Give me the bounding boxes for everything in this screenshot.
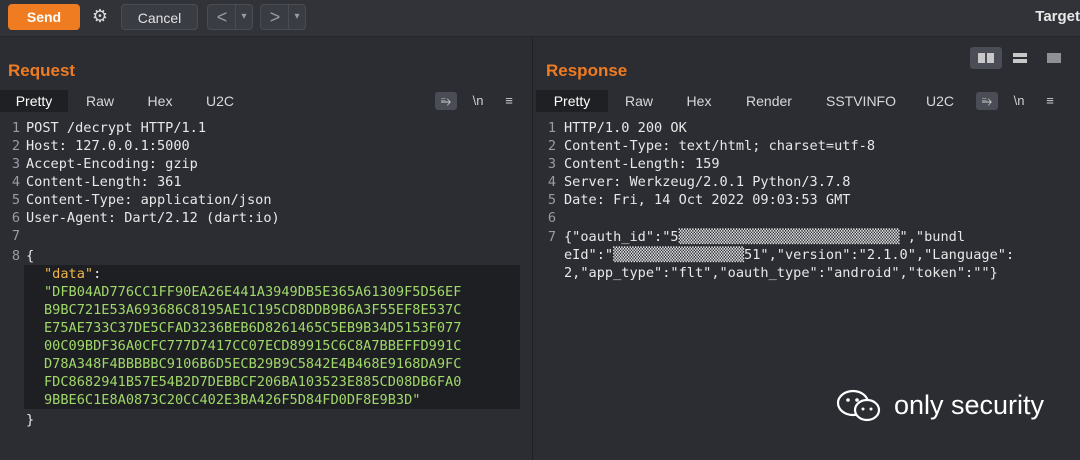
response-title: Response <box>546 61 628 80</box>
chevron-left-icon: < <box>216 7 228 27</box>
request-tab-u2c[interactable]: U2C <box>192 90 248 112</box>
forward-button[interactable]: > ▾ <box>260 4 306 30</box>
layout-toggle <box>970 47 1074 69</box>
request-editor[interactable]: 1 POST /decrypt HTTP/1.1 2 Host: 127.0.0.1… <box>0 115 532 460</box>
code-line: 8{ <box>11 248 35 264</box>
json-key-line: "data": <box>24 265 520 283</box>
json-value-line: 00C09BDF36A0CFC777D7417CC07ECD89915C6C8A… <box>24 337 520 355</box>
newline-icon[interactable]: \n <box>1008 92 1030 110</box>
top-toolbar: Send ⚙ Cancel < ▾ > ▾ Target <box>0 0 1080 37</box>
code-line: 6 User-Agent: Dart/2.12 (dart:io) <box>11 210 280 226</box>
response-tabbar: Pretty Raw Hex Render SSTVINFO U2C ⥱ \n … <box>534 90 1080 112</box>
json-value-line: 9BBE6C1E8A0873C20CC402E3BA426F5D84FD0DF8… <box>24 391 520 409</box>
back-button[interactable]: < ▾ <box>207 4 253 30</box>
single-pane-icon[interactable] <box>1038 47 1070 69</box>
wrap-icon[interactable]: ⥱ <box>435 92 457 110</box>
newline-icon[interactable]: \n <box>467 92 489 110</box>
send-button[interactable]: Send <box>8 4 80 30</box>
code-line: } <box>26 412 35 428</box>
code-line: 2,"app_type":"flt","oauth_type":"android… <box>564 265 998 281</box>
code-line: 5 Date: Fri, 14 Oct 2022 09:03:53 GMT <box>547 192 851 208</box>
target-label[interactable]: Target <box>1035 8 1080 25</box>
response-tab-u2c[interactable]: U2C <box>918 90 962 112</box>
json-key: "data" <box>44 266 94 282</box>
json-value-line: B9BC721E53A693686C8195AE1C195CD8DDB9B6A3… <box>24 301 520 319</box>
split-horizontal-icon[interactable] <box>970 47 1002 69</box>
json-value-line: "DFB04AD776CC1FF90EA26E441A3949DB5E365A6… <box>24 283 520 301</box>
request-tab-raw[interactable]: Raw <box>70 90 130 112</box>
response-tab-render[interactable]: Render <box>734 90 804 112</box>
code-line: 4 Server: Werkzeug/2.0.1 Python/3.7.8 <box>547 174 851 190</box>
watermark-text: only security <box>893 390 1044 420</box>
code-line: 7 <box>11 228 20 244</box>
json-value-line: E75AE733C37DE5CFAD3236BEB6D8261465C5EB9B… <box>24 319 520 337</box>
response-tab-raw[interactable]: Raw <box>614 90 664 112</box>
menu-icon[interactable]: ≡ <box>498 92 520 110</box>
request-tabbar: Pretty Raw Hex U2C ⥱ \n ≡ <box>0 90 532 112</box>
response-tab-pretty[interactable]: Pretty <box>536 90 608 112</box>
gear-icon[interactable]: ⚙ <box>88 4 112 30</box>
json-value-line: D78A348F4BBBBBC9106B6D5ECB29B9C5842E4B46… <box>24 355 520 373</box>
wrap-icon[interactable]: ⥱ <box>976 92 998 110</box>
forward-history-dropdown[interactable]: ▾ <box>288 5 305 29</box>
request-title: Request <box>8 61 76 80</box>
code-line: 7 {"oauth_id":"5▒▒▒▒▒▒▒▒▒▒▒▒▒▒▒▒▒▒▒▒▒▒▒▒▒… <box>547 229 966 245</box>
menu-icon[interactable]: ≡ <box>1039 92 1061 110</box>
cancel-button[interactable]: Cancel <box>121 4 198 30</box>
wechat-icon <box>836 389 881 422</box>
code-line: 2 Host: 127.0.0.1:5000 <box>11 138 190 154</box>
request-tab-hex[interactable]: Hex <box>132 90 188 112</box>
code-line: 1 HTTP/1.0 200 OK <box>547 120 687 136</box>
response-tab-sstvinfo[interactable]: SSTVINFO <box>814 90 908 112</box>
code-line: 1 POST /decrypt HTTP/1.1 <box>11 120 207 136</box>
code-line: 6 <box>547 210 556 226</box>
code-line: 5 Content-Type: application/json <box>11 192 272 208</box>
split-vertical-icon[interactable] <box>1004 47 1036 69</box>
response-tab-hex[interactable]: Hex <box>672 90 726 112</box>
code-line: 4 Content-Length: 361 <box>11 174 182 190</box>
back-history-dropdown[interactable]: ▾ <box>235 5 252 29</box>
code-line: 2 Content-Type: text/html; charset=utf-8 <box>547 138 875 154</box>
chevron-right-icon: > <box>269 7 281 27</box>
json-value-line: FDC8682941B57E54B2D7DEBBCF206BA103523E88… <box>24 373 520 391</box>
request-pane: Request Pretty Raw Hex U2C ⥱ \n ≡ 1 POST … <box>0 37 533 460</box>
code-line: 3 Content-Length: 159 <box>547 156 720 172</box>
code-line: eId":"▒▒▒▒▒▒▒▒▒▒▒▒▒▒▒▒51","version":"2.1… <box>564 247 1015 263</box>
request-tab-pretty[interactable]: Pretty <box>0 90 68 112</box>
code-line: 3 Accept-Encoding: gzip <box>11 156 198 172</box>
